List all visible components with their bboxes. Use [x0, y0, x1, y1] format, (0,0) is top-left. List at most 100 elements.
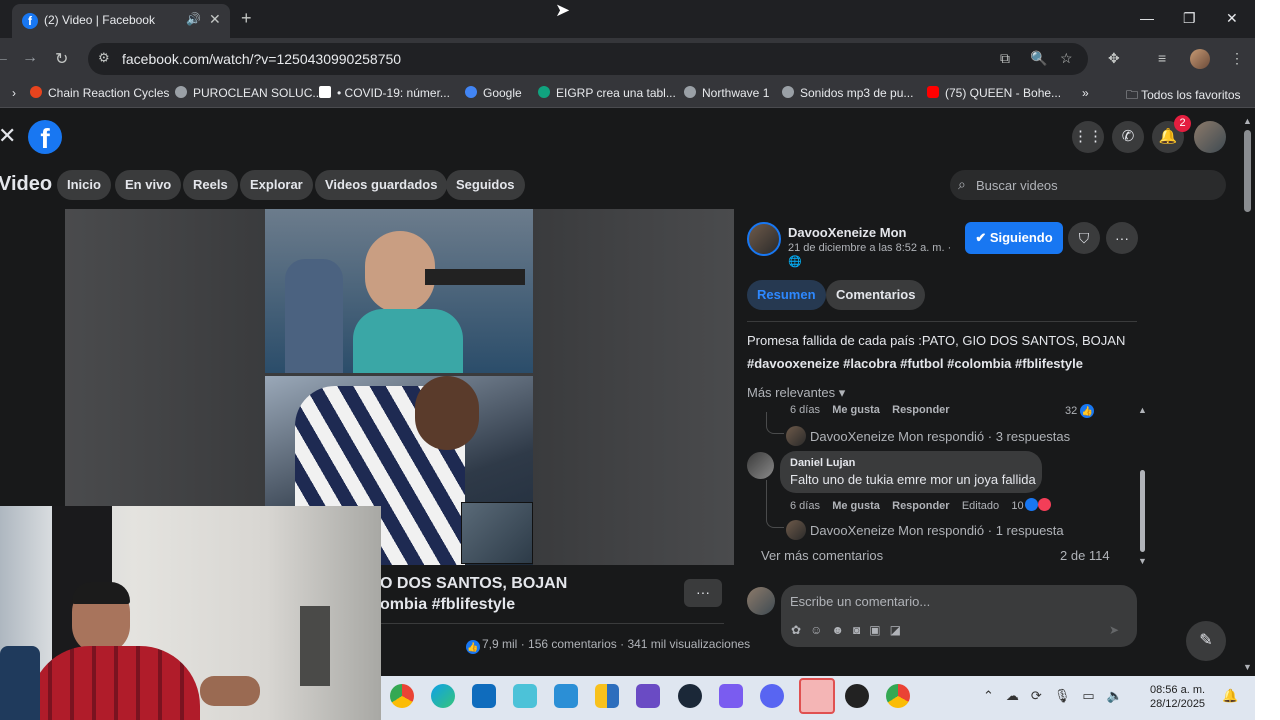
bookmark-item[interactable]: PUROCLEAN SOLUC...: [175, 86, 322, 100]
video-search-input[interactable]: ⌕ Buscar videos: [950, 170, 1226, 200]
forward-icon[interactable]: →: [22, 49, 38, 67]
camera-icon[interactable]: ◙: [853, 623, 869, 637]
display-icon[interactable]: ▭: [1082, 688, 1106, 703]
new-message-icon[interactable]: ✎: [1186, 621, 1226, 661]
view-more-comments-link[interactable]: Ver más comentarios: [761, 548, 883, 563]
browser-tab[interactable]: f (2) Video | Facebook 🔊 ✕: [12, 4, 230, 38]
sort-dropdown[interactable]: Más relevantes ▾: [747, 385, 845, 401]
view-replies-link[interactable]: DavooXeneize Mon respondió · 1 respuesta: [786, 520, 1064, 540]
bookmark-item[interactable]: (75) QUEEN - Bohe...: [927, 86, 1061, 100]
author-avatar[interactable]: [747, 222, 781, 256]
all-favorites-folder[interactable]: 🗀 Todos los favoritos: [1126, 86, 1241, 107]
sync-icon[interactable]: ⟳: [1031, 688, 1054, 703]
page-scroll-up-icon[interactable]: ▲: [1243, 116, 1252, 126]
gif-icon[interactable]: ▣: [869, 623, 889, 637]
facebook-logo-icon[interactable]: f: [28, 120, 62, 154]
scroll-up-icon[interactable]: ▲: [1138, 405, 1147, 415]
bookmark-item[interactable]: Sonidos mp3 de pu...: [782, 86, 913, 100]
send-icon[interactable]: ➤: [1109, 623, 1119, 637]
onedrive-icon[interactable]: ☁: [1006, 688, 1031, 703]
comment-reply-button[interactable]: Responder: [892, 500, 949, 512]
back-icon[interactable]: ←: [0, 49, 10, 67]
nav-videos-guardados[interactable]: Videos guardados: [315, 170, 448, 200]
bookmarks-left-chevron-icon[interactable]: ›: [12, 86, 16, 100]
comment-time[interactable]: 6 días: [790, 404, 820, 416]
more-options-icon[interactable]: ···: [1106, 222, 1138, 254]
azure-data-studio-icon[interactable]: [513, 684, 537, 708]
commenter-avatar[interactable]: [747, 452, 774, 479]
nav-inicio[interactable]: Inicio: [57, 170, 111, 200]
chrome-menu-icon[interactable]: ⋮: [1230, 50, 1244, 67]
bookmark-item[interactable]: Google: [465, 86, 522, 100]
bookmark-item[interactable]: • COVID-19: númer...: [319, 86, 450, 100]
bookmark-item[interactable]: Chain Reaction Cycles: [30, 86, 169, 100]
nav-seguidos[interactable]: Seguidos: [446, 170, 525, 200]
media-control-icon[interactable]: ≡: [1158, 50, 1166, 66]
edge-taskbar-icon[interactable]: [431, 684, 455, 708]
notification-center-icon[interactable]: 🔔: [1222, 688, 1238, 704]
discord-taskbar-icon[interactable]: [760, 684, 784, 708]
close-video-icon[interactable]: ✕: [0, 123, 16, 149]
post-date[interactable]: 21 de diciembre a las 8:52 a. m. ·: [788, 242, 951, 254]
shield-icon[interactable]: ⛉: [1068, 222, 1100, 254]
reaction-count[interactable]: 10: [1011, 500, 1023, 512]
author-name[interactable]: DavooXeneize Mon: [788, 225, 906, 240]
messenger-icon[interactable]: ✆: [1112, 121, 1144, 153]
minimize-icon[interactable]: —: [1140, 10, 1154, 26]
file-explorer-icon[interactable]: [595, 684, 619, 708]
comment-reaction-count[interactable]: 32 👍: [1065, 404, 1095, 418]
comment-time[interactable]: 6 días: [790, 500, 820, 512]
taskbar-clock[interactable]: 08:56 a. m. 28/12/2025: [1150, 683, 1205, 711]
app-taskbar-icon[interactable]: [845, 684, 869, 708]
steam-taskbar-icon[interactable]: [678, 684, 702, 708]
vscode-taskbar-icon[interactable]: [554, 684, 578, 708]
comments-count[interactable]: 156 comentarios: [528, 637, 617, 651]
nav-explorar[interactable]: Explorar: [240, 170, 313, 200]
account-avatar[interactable]: [1194, 121, 1226, 153]
scroll-down-icon[interactable]: ▼: [1138, 556, 1147, 566]
address-bar[interactable]: ⚙ facebook.com/watch/?v=1250430990258750: [88, 43, 1088, 75]
sticker-icon[interactable]: ◪: [890, 623, 910, 637]
install-app-icon[interactable]: ⧉: [1000, 50, 1010, 67]
likes-count[interactable]: 7,9 mil: [482, 637, 517, 651]
emoji-icon[interactable]: ☺: [810, 623, 831, 637]
emoji-face-icon[interactable]: ☻: [831, 623, 853, 637]
site-info-icon[interactable]: ⚙: [98, 50, 110, 66]
avatar-sticker-icon[interactable]: ✿: [791, 623, 810, 637]
volume-icon[interactable]: 🔈: [1107, 688, 1135, 703]
write-comment-input[interactable]: Escribe un comentario... ✿☺☻◙▣◪ ➤: [781, 585, 1137, 647]
comment-author[interactable]: Daniel Lujan: [790, 457, 855, 469]
close-tab-icon[interactable]: ✕: [209, 11, 221, 28]
tab-comentarios[interactable]: Comentarios: [826, 280, 926, 310]
chrome-taskbar-icon[interactable]: [390, 684, 414, 708]
url-text[interactable]: facebook.com/watch/?v=1250430990258750: [122, 51, 401, 67]
notes-taskbar-icon[interactable]: [636, 684, 660, 708]
gog-galaxy-icon[interactable]: [719, 684, 743, 708]
outlook-taskbar-icon[interactable]: [472, 684, 496, 708]
view-replies-link[interactable]: DavooXeneize Mon respondió · 3 respuesta…: [786, 426, 1070, 446]
reload-icon[interactable]: ↻: [55, 49, 68, 69]
bookmark-item[interactable]: EIGRP crea una tabl...: [538, 86, 676, 100]
bookmark-star-icon[interactable]: ☆: [1060, 50, 1073, 67]
chrome-canary-taskbar-icon[interactable]: [886, 684, 910, 708]
close-window-icon[interactable]: ✕: [1226, 10, 1238, 27]
nav-reels[interactable]: Reels: [183, 170, 238, 200]
following-button[interactable]: ✔ Siguiendo: [965, 222, 1063, 254]
microphone-icon[interactable]: 🎙: [1054, 688, 1083, 703]
tab-resumen[interactable]: Resumen: [747, 280, 826, 310]
opera-taskbar-icon[interactable]: [799, 678, 835, 714]
comment-like-button[interactable]: Me gusta: [832, 500, 880, 512]
maximize-icon[interactable]: ❐: [1183, 10, 1196, 27]
comments-scrollbar-thumb[interactable]: [1140, 470, 1145, 552]
chevron-up-icon[interactable]: ⌃: [983, 688, 1006, 703]
chrome-profile-avatar[interactable]: [1190, 49, 1210, 69]
comment-like-button[interactable]: Me gusta: [832, 404, 880, 416]
video-more-options-button[interactable]: ···: [684, 579, 722, 607]
new-tab-button[interactable]: +: [241, 8, 252, 29]
bookmark-item[interactable]: Northwave 1: [684, 86, 769, 100]
page-scrollbar-thumb[interactable]: [1244, 130, 1251, 212]
comment-reply-button[interactable]: Responder: [892, 404, 949, 416]
menu-grid-icon[interactable]: ⋮⋮: [1072, 121, 1104, 153]
extensions-icon[interactable]: ✥: [1108, 50, 1120, 67]
post-hashtags[interactable]: #davooxeneize #lacobra #futbol #colombia…: [747, 352, 1125, 375]
